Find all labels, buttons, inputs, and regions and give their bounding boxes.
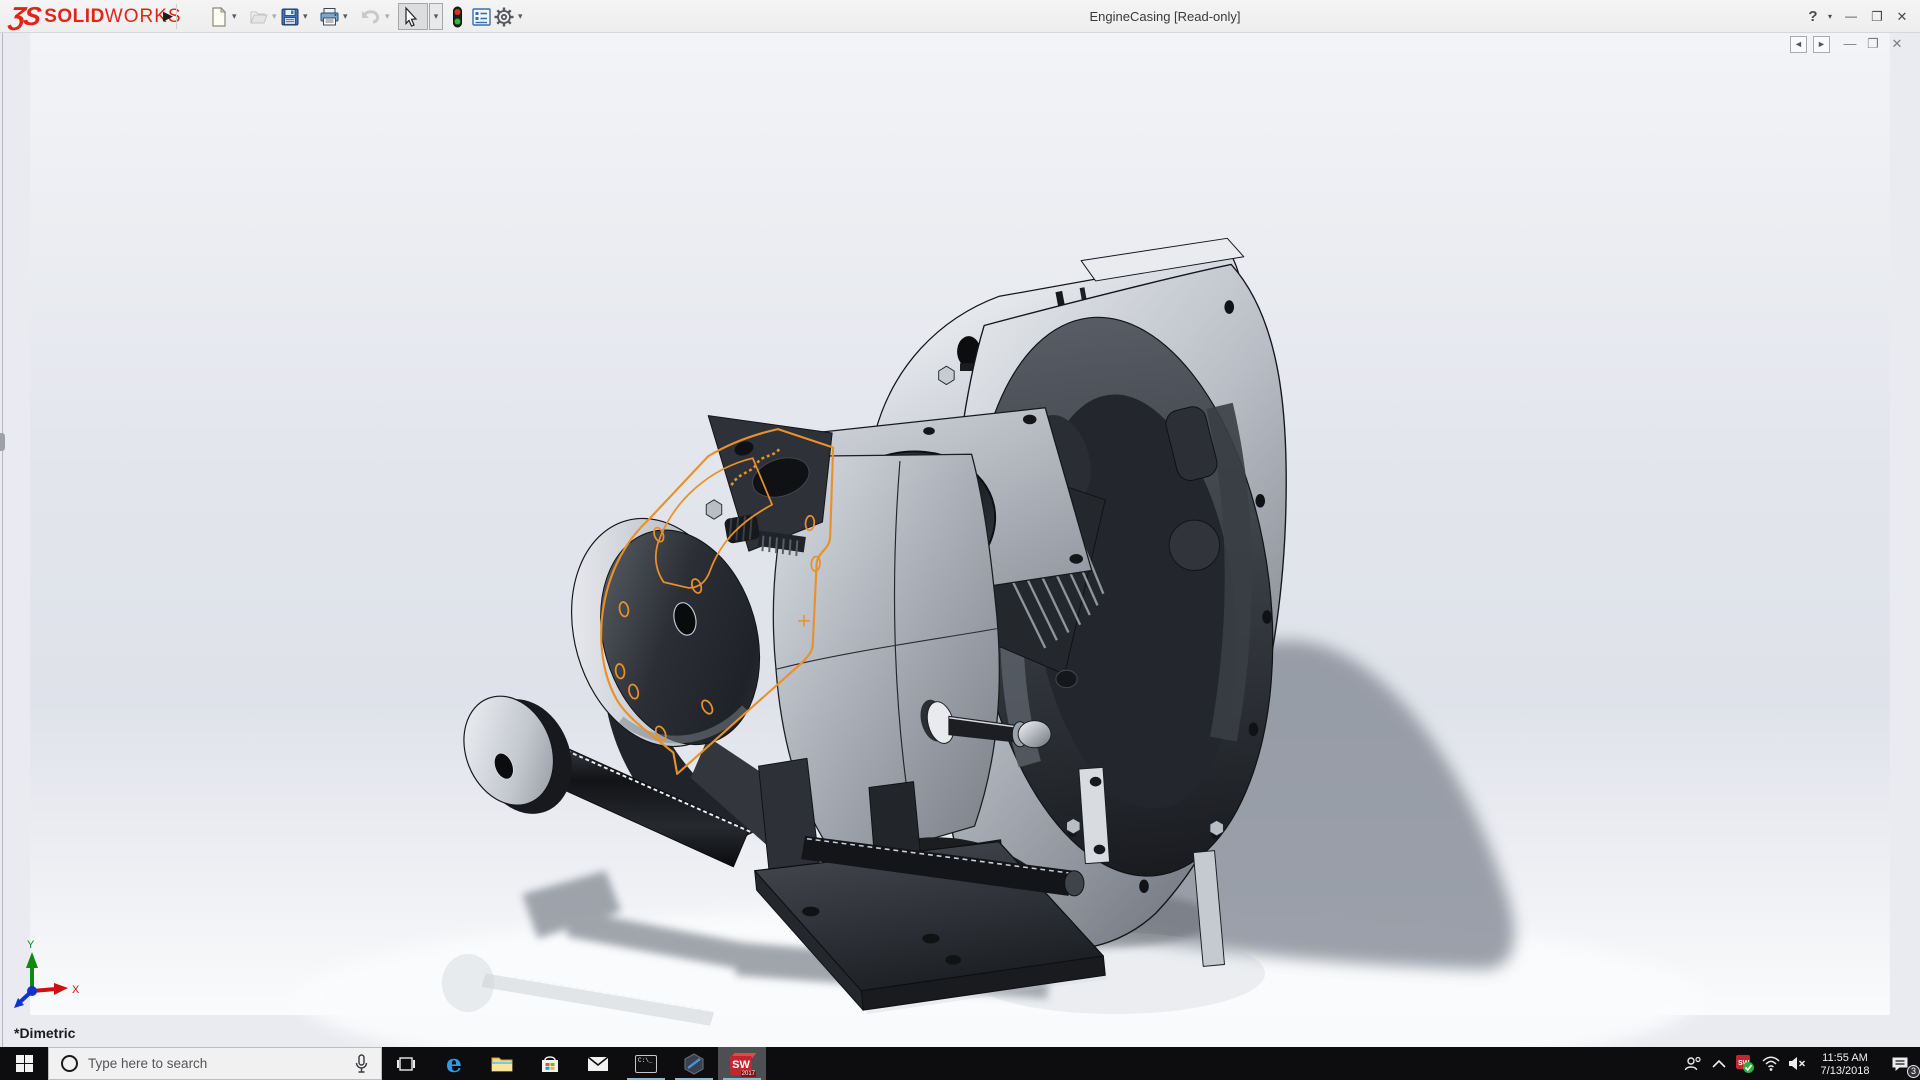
window-title: EngineCasing [Read-only]: [1089, 9, 1241, 24]
select-tool-caret[interactable]: ▾: [429, 3, 443, 30]
notification-badge: 3: [1907, 1065, 1920, 1078]
command-prompt-button[interactable]: C:\_: [622, 1047, 670, 1080]
doc-close-button[interactable]: ✕: [1887, 36, 1907, 52]
options-button[interactable]: ▾: [490, 3, 526, 30]
feature-panel-edge: [2, 33, 3, 1047]
task-view-button[interactable]: [382, 1047, 430, 1080]
start-button[interactable]: [0, 1047, 48, 1080]
clock-date: 7/13/2018: [1820, 1065, 1870, 1077]
solidworks-status-icon: SW: [1736, 1054, 1754, 1073]
people-tray-button[interactable]: [1680, 1047, 1706, 1080]
task-view-icon: [397, 1056, 415, 1071]
toolbar-separator: [176, 4, 177, 29]
brand-solid: SOLID: [44, 5, 105, 27]
volume-tray-button[interactable]: [1784, 1047, 1810, 1080]
doc-restore-button[interactable]: ❐: [1863, 36, 1883, 52]
save-floppy-icon: [281, 8, 299, 25]
save-button[interactable]: ▾: [277, 3, 311, 30]
minimize-button[interactable]: —: [1840, 0, 1862, 33]
taskbar-clock[interactable]: 11:55 AM 7/13/2018: [1810, 1049, 1880, 1078]
orientation-triad[interactable]: Y X: [8, 938, 98, 1023]
new-document-button[interactable]: ▾: [206, 3, 240, 30]
clock-time: 11:55 AM: [1822, 1052, 1868, 1064]
action-center-button[interactable]: 3: [1880, 1047, 1920, 1080]
help-caret[interactable]: ▾: [1824, 0, 1836, 33]
menu-expand-arrow[interactable]: ▶: [160, 5, 176, 27]
open-folder-icon: [250, 11, 268, 23]
system-tray: SW 11:55 AM 7/13/2018 3: [1680, 1047, 1920, 1080]
xpress-products-button[interactable]: [448, 3, 467, 30]
doc-next-button[interactable]: ►: [1813, 36, 1830, 53]
traffic-light-icon: [453, 6, 462, 27]
titlebar: ƷS SOLID WORKS ▶ ▾ ▾ ▾ ▾ ▾ ▾ ▾ EngineCas…: [0, 0, 1920, 33]
help-button[interactable]: ?: [1800, 0, 1826, 33]
file-explorer-icon: [491, 1057, 513, 1071]
command-prompt-icon: C:\_: [635, 1054, 657, 1073]
open-button[interactable]: ▾: [246, 3, 280, 30]
mail-icon: [587, 1055, 609, 1071]
graphics-viewport[interactable]: ◄ ► — ❐ ✕ Y X *Dimetric: [0, 33, 1920, 1047]
cortana-icon: [61, 1055, 78, 1072]
select-tool-button[interactable]: [398, 3, 428, 30]
edge-icon: e: [446, 1049, 462, 1078]
print-icon: [320, 7, 339, 25]
search-placeholder: Type here to search: [88, 1056, 208, 1071]
engine-casing-model[interactable]: [0, 33, 1920, 1047]
triad-x-label: X: [72, 984, 80, 996]
solidworks-2017-icon: SW 2017: [729, 1052, 757, 1077]
microphone-icon[interactable]: [354, 1053, 369, 1074]
store-icon: [542, 1055, 558, 1072]
wifi-icon: [1762, 1056, 1780, 1071]
close-button[interactable]: ✕: [1890, 0, 1914, 33]
solidworks-logo: ƷS SOLID WORKS: [7, 1, 182, 31]
tray-overflow-button[interactable]: [1706, 1047, 1732, 1080]
restore-button[interactable]: ❐: [1866, 0, 1888, 33]
people-icon: [1684, 1056, 1701, 1070]
hexagon-app-icon: [684, 1052, 704, 1075]
solidworks-tray-button[interactable]: SW: [1732, 1047, 1758, 1080]
chevron-up-icon: [1712, 1059, 1726, 1068]
doc-prev-button[interactable]: ◄: [1790, 36, 1807, 53]
gear-icon: [494, 7, 514, 26]
store-button[interactable]: [526, 1047, 574, 1080]
undo-icon: [362, 9, 380, 23]
orientation-label: *Dimetric: [14, 1025, 76, 1041]
dassault-mark-icon: ƷS: [7, 1, 42, 31]
edge-button[interactable]: e: [430, 1047, 478, 1080]
file-explorer-button[interactable]: [478, 1047, 526, 1080]
taskbar-search-box[interactable]: Type here to search: [48, 1047, 382, 1080]
print-button[interactable]: ▾: [316, 3, 351, 30]
triad-y-label: Y: [27, 939, 35, 951]
solidworks-2017-button[interactable]: SW 2017: [718, 1047, 766, 1080]
windows-logo-icon: [15, 1055, 33, 1072]
properties-list-icon: [472, 7, 491, 26]
doc-minimize-button[interactable]: —: [1840, 36, 1860, 51]
3d-viewer-button[interactable]: [670, 1047, 718, 1080]
taskbar: Type here to search e C:\_ SW 2017 SW 11…: [0, 1047, 1920, 1080]
select-cursor-icon: [405, 5, 418, 27]
undo-button[interactable]: ▾: [357, 3, 393, 30]
network-tray-button[interactable]: [1758, 1047, 1784, 1080]
panel-splitter-handle[interactable]: [0, 433, 5, 451]
volume-muted-icon: [1789, 1057, 1806, 1070]
new-document-icon: [212, 6, 227, 27]
mail-button[interactable]: [574, 1047, 622, 1080]
